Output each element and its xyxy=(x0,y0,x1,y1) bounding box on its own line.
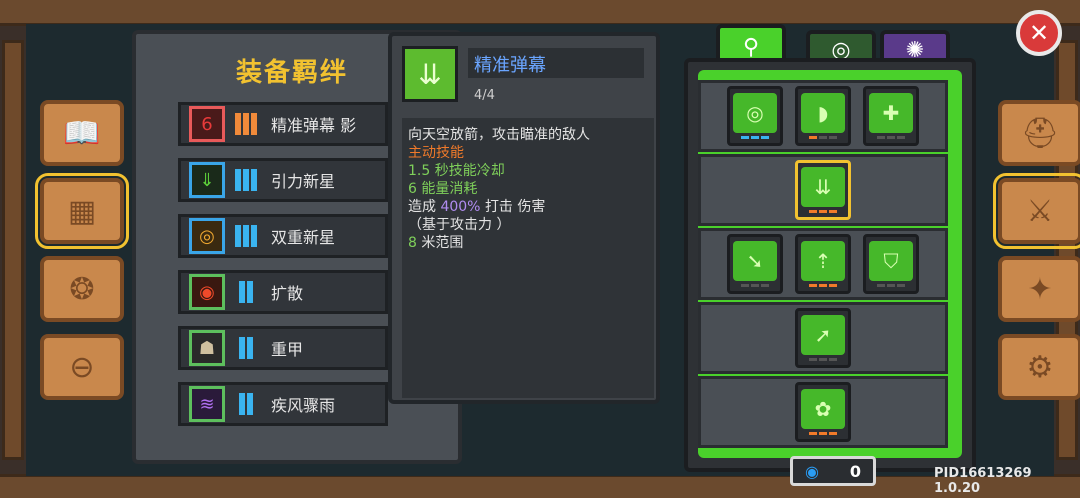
skill-damage-note: （基于攻击力 ） xyxy=(408,217,511,233)
skill-damage: 造成 400% 打击 伤害 xyxy=(408,199,546,215)
gravity-icon: ⇓ xyxy=(189,162,225,198)
helmet-icon: ⛑ xyxy=(1020,115,1060,151)
armor-icon: ☗ xyxy=(189,330,225,366)
bond-row[interactable]: ◎ 双重新星 xyxy=(178,214,388,258)
skill-node[interactable]: ◗ xyxy=(795,86,851,146)
bond-level-icon xyxy=(231,223,261,249)
bond-level-icon xyxy=(231,335,261,361)
bond-name: 精准弹幕 影 xyxy=(271,116,357,135)
barrage-icon: ⇊ xyxy=(801,167,845,207)
bond-level-icon xyxy=(231,391,261,417)
panel-title: 装备羁绊 xyxy=(236,58,349,88)
gear-icon: ⚙ xyxy=(1026,349,1054,385)
wheel-button[interactable]: ⊖ xyxy=(40,334,124,400)
helmet-button[interactable]: ⛑ xyxy=(998,100,1080,166)
bond-row[interactable]: ≋ 疾风骤雨 xyxy=(178,382,388,426)
bond-level-icon xyxy=(231,111,261,137)
bottom-wood-bar xyxy=(0,474,1080,498)
skill-node-selected[interactable]: ⇊ xyxy=(795,160,851,220)
tree-row: ➚ xyxy=(698,302,948,374)
tree-row: ✿ xyxy=(698,376,948,448)
close-icon: ✕ xyxy=(1028,19,1050,47)
book-button[interactable]: 📖 xyxy=(40,100,124,166)
shield-icon: ⛉ xyxy=(869,241,913,281)
skill-node[interactable]: ⛉ xyxy=(863,234,919,294)
close-button[interactable]: ✕ xyxy=(1016,10,1062,56)
swords-icon: ⚔ xyxy=(1026,193,1054,229)
skill-detail-panel: ⇊ 精准弹幕 4/4 向天空放箭，攻击瞄准的敌人 主动技能 1.5 秒技能冷却 … xyxy=(388,32,660,404)
skill-node[interactable]: ➘ xyxy=(727,234,783,294)
arrow-slash-icon: ➚ xyxy=(801,315,845,355)
pid-version-label: PID16613269 1.0.20 xyxy=(934,466,1032,496)
bond-row[interactable]: ◉ 扩散 xyxy=(178,270,388,314)
bond-name: 重甲 xyxy=(271,340,304,359)
skill-desc-text: 向天空放箭，攻击瞄准的敌人 xyxy=(408,127,590,143)
tower-icon: ⇡ xyxy=(801,241,845,281)
target-icon: ◎ xyxy=(733,93,777,133)
tree-row: ➘ ⇡ ⛉ xyxy=(698,228,948,300)
skill-node[interactable]: ✿ xyxy=(795,382,851,442)
currency-value: 0 xyxy=(849,461,861,481)
left-pillar xyxy=(2,40,24,460)
gems-button[interactable]: ❂ xyxy=(40,256,124,322)
book-icon: 📖 xyxy=(63,115,101,151)
gem-icon: ◉ xyxy=(805,461,819,481)
bond-name: 双重新星 xyxy=(271,228,336,247)
currency-display: ◉ 0 xyxy=(790,456,876,486)
skill-node[interactable]: ➚ xyxy=(795,308,851,368)
skill-tree-panel: ◎ ◗ ✚ ⇊ ➘ ⇡ ⛉ ➚ ✿ xyxy=(684,58,976,472)
tree-row: ◎ ◗ ✚ xyxy=(698,80,948,152)
skill-level: 4/4 xyxy=(474,88,495,103)
bond-level-icon xyxy=(231,279,261,305)
top-wood-bar xyxy=(0,0,1080,26)
heal-icon: ✚ xyxy=(869,93,913,133)
compass-button[interactable]: ✦ xyxy=(998,256,1080,322)
skill-upgrade-button[interactable]: ⚔ xyxy=(993,173,1080,249)
bond-name: 疾风骤雨 xyxy=(271,396,336,415)
orbs-icon: ❂ xyxy=(69,271,95,307)
spread-icon: ◉ xyxy=(189,274,225,310)
skill-cost: 6 能量消耗 xyxy=(408,181,478,197)
skill-icon: ⇊ xyxy=(402,46,458,102)
skill-description: 向天空放箭，攻击瞄准的敌人 主动技能 1.5 秒技能冷却 6 能量消耗 造成 4… xyxy=(402,118,654,398)
vortex-icon: ➘ xyxy=(733,241,777,281)
whirlwind-icon: ≋ xyxy=(189,386,225,422)
wheel-icon: ⊖ xyxy=(69,349,95,385)
bond-row[interactable]: ☗ 重甲 xyxy=(178,326,388,370)
settings-button[interactable]: ⚙ xyxy=(998,334,1080,400)
skill-range: 8 米范围 xyxy=(408,235,464,251)
chest-icon: ▦ xyxy=(67,193,97,229)
arc-icon: ◗ xyxy=(801,93,845,133)
bond-row[interactable]: 6 精准弹幕 影 xyxy=(178,102,388,146)
double-ring-icon: ◎ xyxy=(189,218,225,254)
compass-icon: ✦ xyxy=(1027,271,1053,307)
equipment-bond-button[interactable]: ▦ xyxy=(35,173,129,249)
skill-node[interactable]: ⇡ xyxy=(795,234,851,294)
spiral-icon: 6 xyxy=(189,106,225,142)
skill-node[interactable]: ✚ xyxy=(863,86,919,146)
flower-icon: ✿ xyxy=(801,389,845,429)
bond-name: 引力新星 xyxy=(271,172,336,191)
bond-level-icon xyxy=(231,167,261,193)
skill-cooldown: 1.5 秒技能冷却 xyxy=(408,163,505,179)
skill-node[interactable]: ◎ xyxy=(727,86,783,146)
bond-name: 扩散 xyxy=(271,284,304,303)
tree-row: ⇊ xyxy=(698,154,948,226)
skill-type: 主动技能 xyxy=(408,145,464,161)
skill-name: 精准弹幕 xyxy=(468,48,644,78)
bow-icon: ⚲ xyxy=(742,34,760,60)
bond-row[interactable]: ⇓ 引力新星 xyxy=(178,158,388,202)
